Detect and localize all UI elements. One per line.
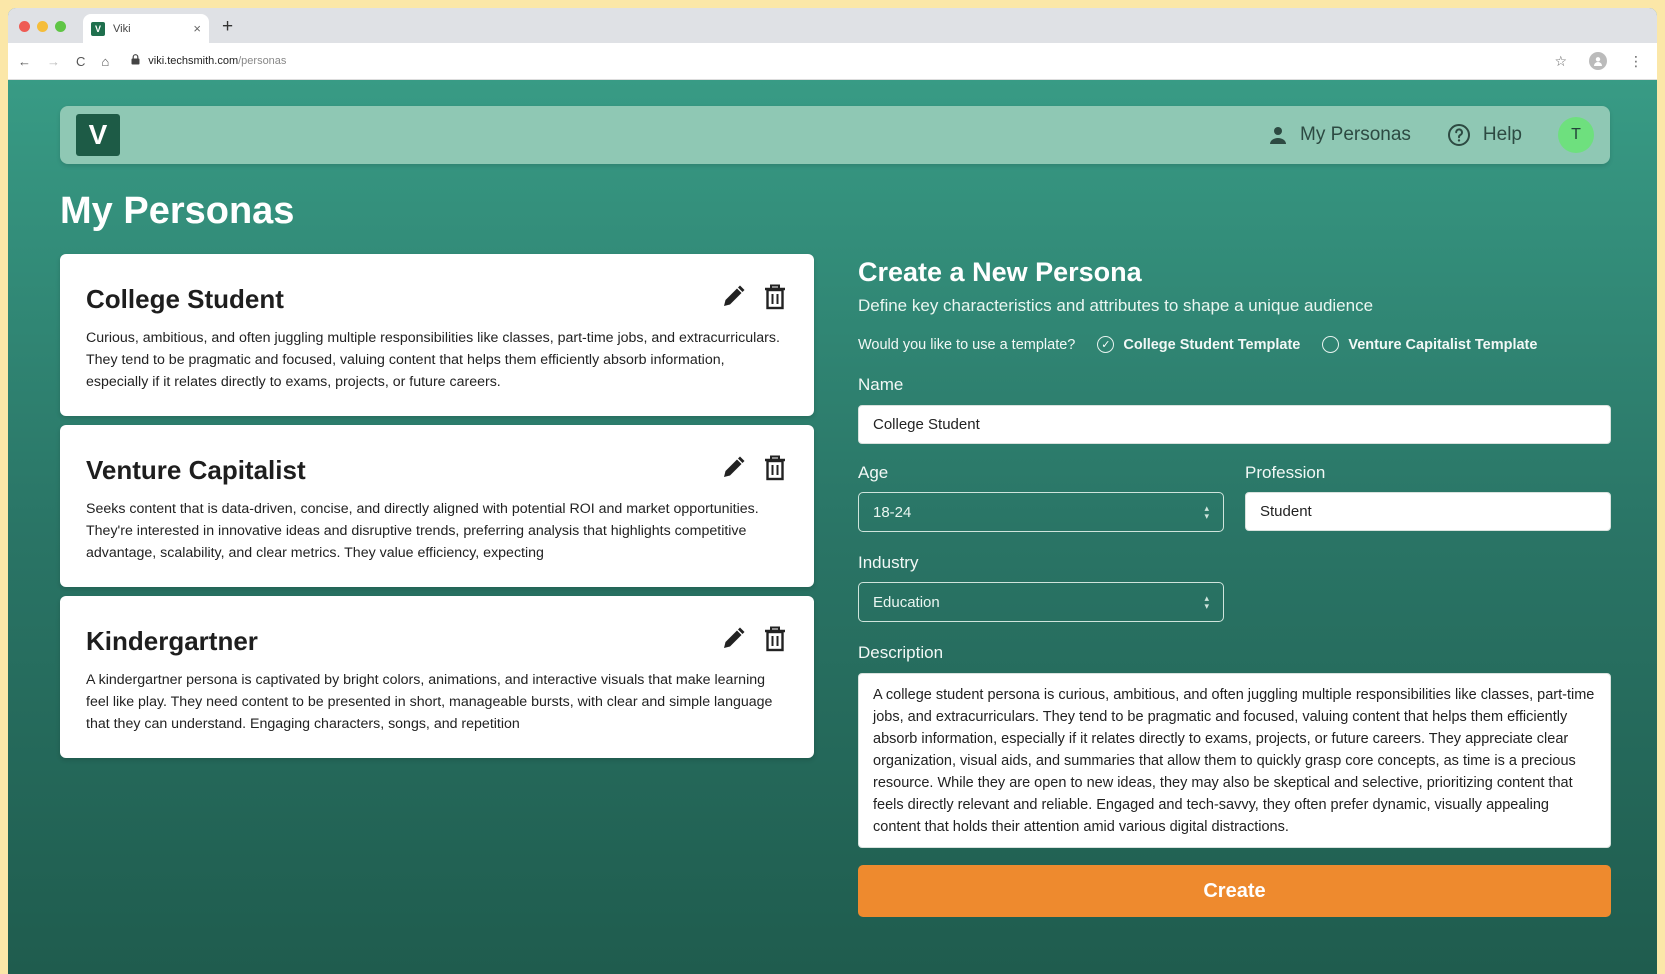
new-tab-button[interactable]: + <box>222 16 233 38</box>
edit-pencil-icon[interactable] <box>720 626 746 652</box>
unchecked-radio-icon <box>1322 336 1340 353</box>
template-radio-venture-capitalist[interactable]: Venture Capitalist Template <box>1322 336 1537 353</box>
close-window-button[interactable] <box>19 21 30 32</box>
browser-tab[interactable]: V Viki × <box>83 14 209 43</box>
description-textarea[interactable]: A college student persona is curious, am… <box>858 673 1611 848</box>
nav-my-personas[interactable]: My Personas <box>1268 124 1411 146</box>
persona-actions <box>720 284 788 310</box>
age-select[interactable]: 18-24 ▴ ▾ <box>858 492 1224 532</box>
nav-help-label: Help <box>1482 124 1522 145</box>
url-path: /personas <box>238 55 287 67</box>
url-host: viki.techsmith.com <box>148 55 239 67</box>
persona-title: Kindergartner <box>86 626 258 656</box>
favicon-icon: V <box>91 21 105 36</box>
lock-icon <box>131 54 140 68</box>
persona-card: Venture Capitalist Seeks content that is… <box>60 425 814 587</box>
reload-icon[interactable]: C <box>76 54 85 69</box>
person-icon <box>1270 127 1287 144</box>
minimize-window-button[interactable] <box>37 21 48 32</box>
select-arrows-icon: ▴ ▾ <box>1204 503 1209 521</box>
persona-card: Kindergartner A kindergartner persona is… <box>60 596 814 758</box>
create-persona-form: Create a New Persona Define key characte… <box>858 257 1611 917</box>
address-bar-actions: ☆ ⋮ <box>1554 52 1643 70</box>
browser-menu-icon[interactable]: ⋮ <box>1629 53 1643 70</box>
template-selector: Would you like to use a template? ✓ Coll… <box>858 336 1611 353</box>
home-icon[interactable]: ⌂ <box>101 54 109 69</box>
checked-radio-icon: ✓ <box>1097 336 1115 353</box>
age-profession-row: Age 18-24 ▴ ▾ Profession Student <box>858 463 1611 532</box>
browser-tabbar: V Viki × + <box>8 8 1657 43</box>
address-bar: ← → C ⌂ viki.techsmith.com /personas ☆ ⋮ <box>8 43 1657 80</box>
name-label: Name <box>858 375 904 394</box>
form-subtitle: Define key characteristics and attribute… <box>858 296 1374 315</box>
user-avatar[interactable]: T <box>1558 117 1594 153</box>
industry-label: Industry <box>858 553 919 572</box>
form-title: Create a New Persona <box>858 257 1142 287</box>
persona-description: A kindergartner persona is captivated by… <box>86 672 773 732</box>
url-field[interactable]: viki.techsmith.com /personas <box>131 54 286 68</box>
profession-label: Profession <box>1245 463 1326 482</box>
nav-help[interactable]: Help <box>1447 123 1522 147</box>
app-logo[interactable]: V <box>76 114 120 156</box>
age-group: Age 18-24 ▴ ▾ <box>858 463 1224 532</box>
bookmark-star-icon[interactable]: ☆ <box>1554 53 1567 70</box>
template-option-label: College Student Template <box>1123 336 1301 353</box>
app-container: V My Personas Help T My Personas College… <box>8 80 1657 974</box>
nav-my-personas-label: My Personas <box>1300 124 1411 145</box>
persona-description: Seeks content that is data-driven, conci… <box>86 501 759 561</box>
delete-trash-icon[interactable] <box>762 455 788 481</box>
persona-actions <box>720 626 788 652</box>
profession-group: Profession Student <box>1245 463 1611 532</box>
name-input[interactable]: College Student <box>858 405 1611 444</box>
description-label: Description <box>858 643 944 662</box>
edit-pencil-icon[interactable] <box>720 455 746 481</box>
persona-actions <box>720 455 788 481</box>
industry-value: Education <box>873 593 940 611</box>
persona-title: College Student <box>86 284 284 314</box>
window-controls <box>19 21 66 32</box>
template-option-label: Venture Capitalist Template <box>1348 336 1538 353</box>
help-icon <box>1447 124 1470 146</box>
edit-pencil-icon[interactable] <box>720 284 746 310</box>
age-label: Age <box>858 463 889 482</box>
persona-title: Venture Capitalist <box>86 455 306 485</box>
create-button[interactable]: Create <box>858 865 1611 917</box>
profession-input[interactable]: Student <box>1245 492 1611 531</box>
persona-card: College Student Curious, ambitious, and … <box>60 254 814 416</box>
browser-window: V Viki × + ← → C ⌂ viki.techsmith.com /p… <box>8 8 1657 974</box>
maximize-window-button[interactable] <box>55 21 66 32</box>
close-tab-icon[interactable]: × <box>193 21 201 36</box>
age-value: 18-24 <box>873 503 912 521</box>
template-radio-college-student[interactable]: ✓ College Student Template <box>1097 336 1300 353</box>
forward-icon[interactable]: → <box>47 54 60 69</box>
industry-select[interactable]: Education ▴ ▾ <box>858 582 1224 622</box>
delete-trash-icon[interactable] <box>762 626 788 652</box>
top-navbar: V My Personas Help T <box>60 106 1610 164</box>
tab-title: Viki <box>113 22 131 35</box>
delete-trash-icon[interactable] <box>762 284 788 310</box>
page-title: My Personas <box>60 190 295 232</box>
nav-links: My Personas Help T <box>1268 117 1594 153</box>
browser-profile-icon[interactable] <box>1589 52 1607 70</box>
persona-description: Curious, ambitious, and often juggling m… <box>86 330 780 390</box>
back-icon[interactable]: ← <box>18 54 31 69</box>
select-arrows-icon: ▴ ▾ <box>1204 593 1209 611</box>
template-question: Would you like to use a template? <box>858 336 1076 353</box>
